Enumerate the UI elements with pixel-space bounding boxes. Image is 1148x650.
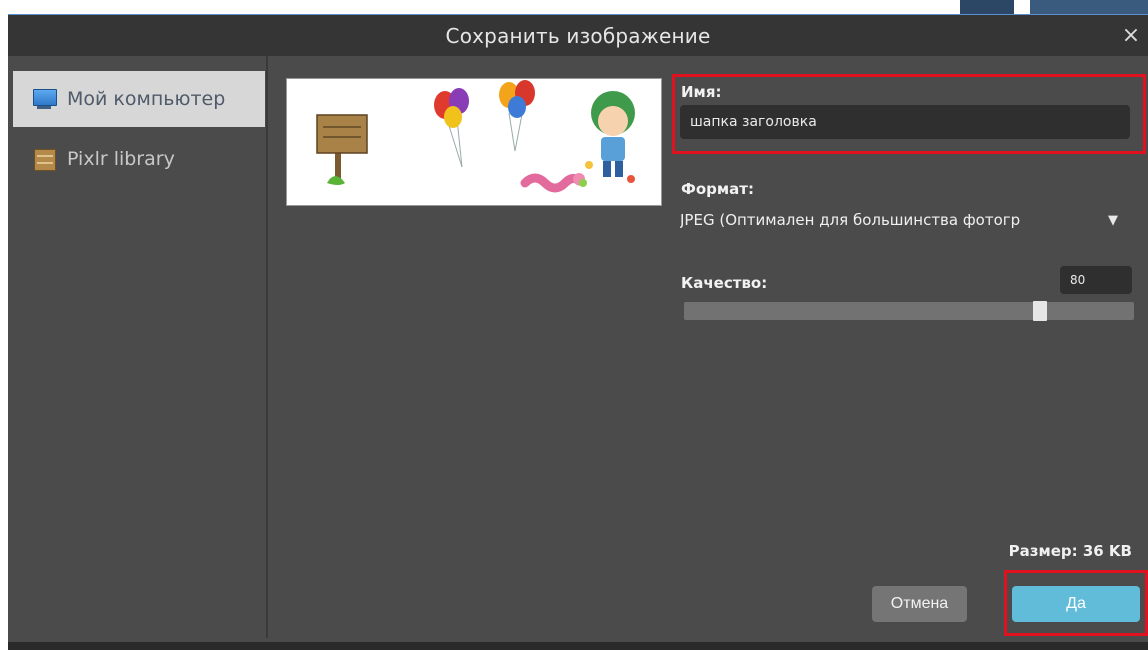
quality-input[interactable]	[1060, 266, 1132, 294]
file-size-text: Размер: 36 KB	[1008, 542, 1132, 560]
sidebar-item-label: Pixlr library	[67, 148, 175, 170]
preview-illustration	[316, 80, 635, 193]
location-sidebar: Мой компьютер Pixlr library	[8, 56, 268, 638]
format-label: Формат:	[681, 180, 754, 198]
filename-input[interactable]	[680, 105, 1130, 139]
save-options-panel: Имя: Формат: JPEG (Оптимален для большин…	[672, 56, 1148, 650]
quality-slider[interactable]	[684, 301, 1134, 321]
close-icon[interactable]: ×	[1118, 15, 1144, 57]
cancel-button[interactable]: Отмена	[872, 586, 967, 622]
quality-slider-thumb[interactable]	[1033, 301, 1047, 321]
format-value: JPEG (Оптимален для большинства фотогр	[680, 211, 1021, 229]
background-window-strip	[960, 0, 1014, 14]
dialog-title: Сохранить изображение	[445, 24, 711, 48]
library-icon	[31, 147, 59, 171]
sidebar-item-my-computer[interactable]: Мой компьютер	[13, 71, 265, 127]
ok-button[interactable]: Да	[1012, 586, 1140, 622]
dialog-titlebar: Сохранить изображение ×	[8, 14, 1148, 57]
save-image-dialog: Мой компьютер Pixlr library Имя: шапка з…	[8, 56, 1148, 650]
name-label: Имя:	[681, 83, 722, 101]
chevron-down-icon: ▼	[1108, 212, 1118, 228]
monitor-icon	[31, 87, 59, 111]
quality-label: Качество:	[681, 274, 768, 292]
sidebar-item-label: Мой компьютер	[67, 88, 226, 110]
format-select[interactable]: JPEG (Оптимален для большинства фотогр ▼	[680, 202, 1132, 238]
sidebar-item-pixlr-library[interactable]: Pixlr library	[13, 131, 265, 187]
image-preview	[286, 78, 662, 206]
background-window-strip	[1030, 0, 1148, 14]
dialog-bottom-edge	[8, 642, 1148, 650]
